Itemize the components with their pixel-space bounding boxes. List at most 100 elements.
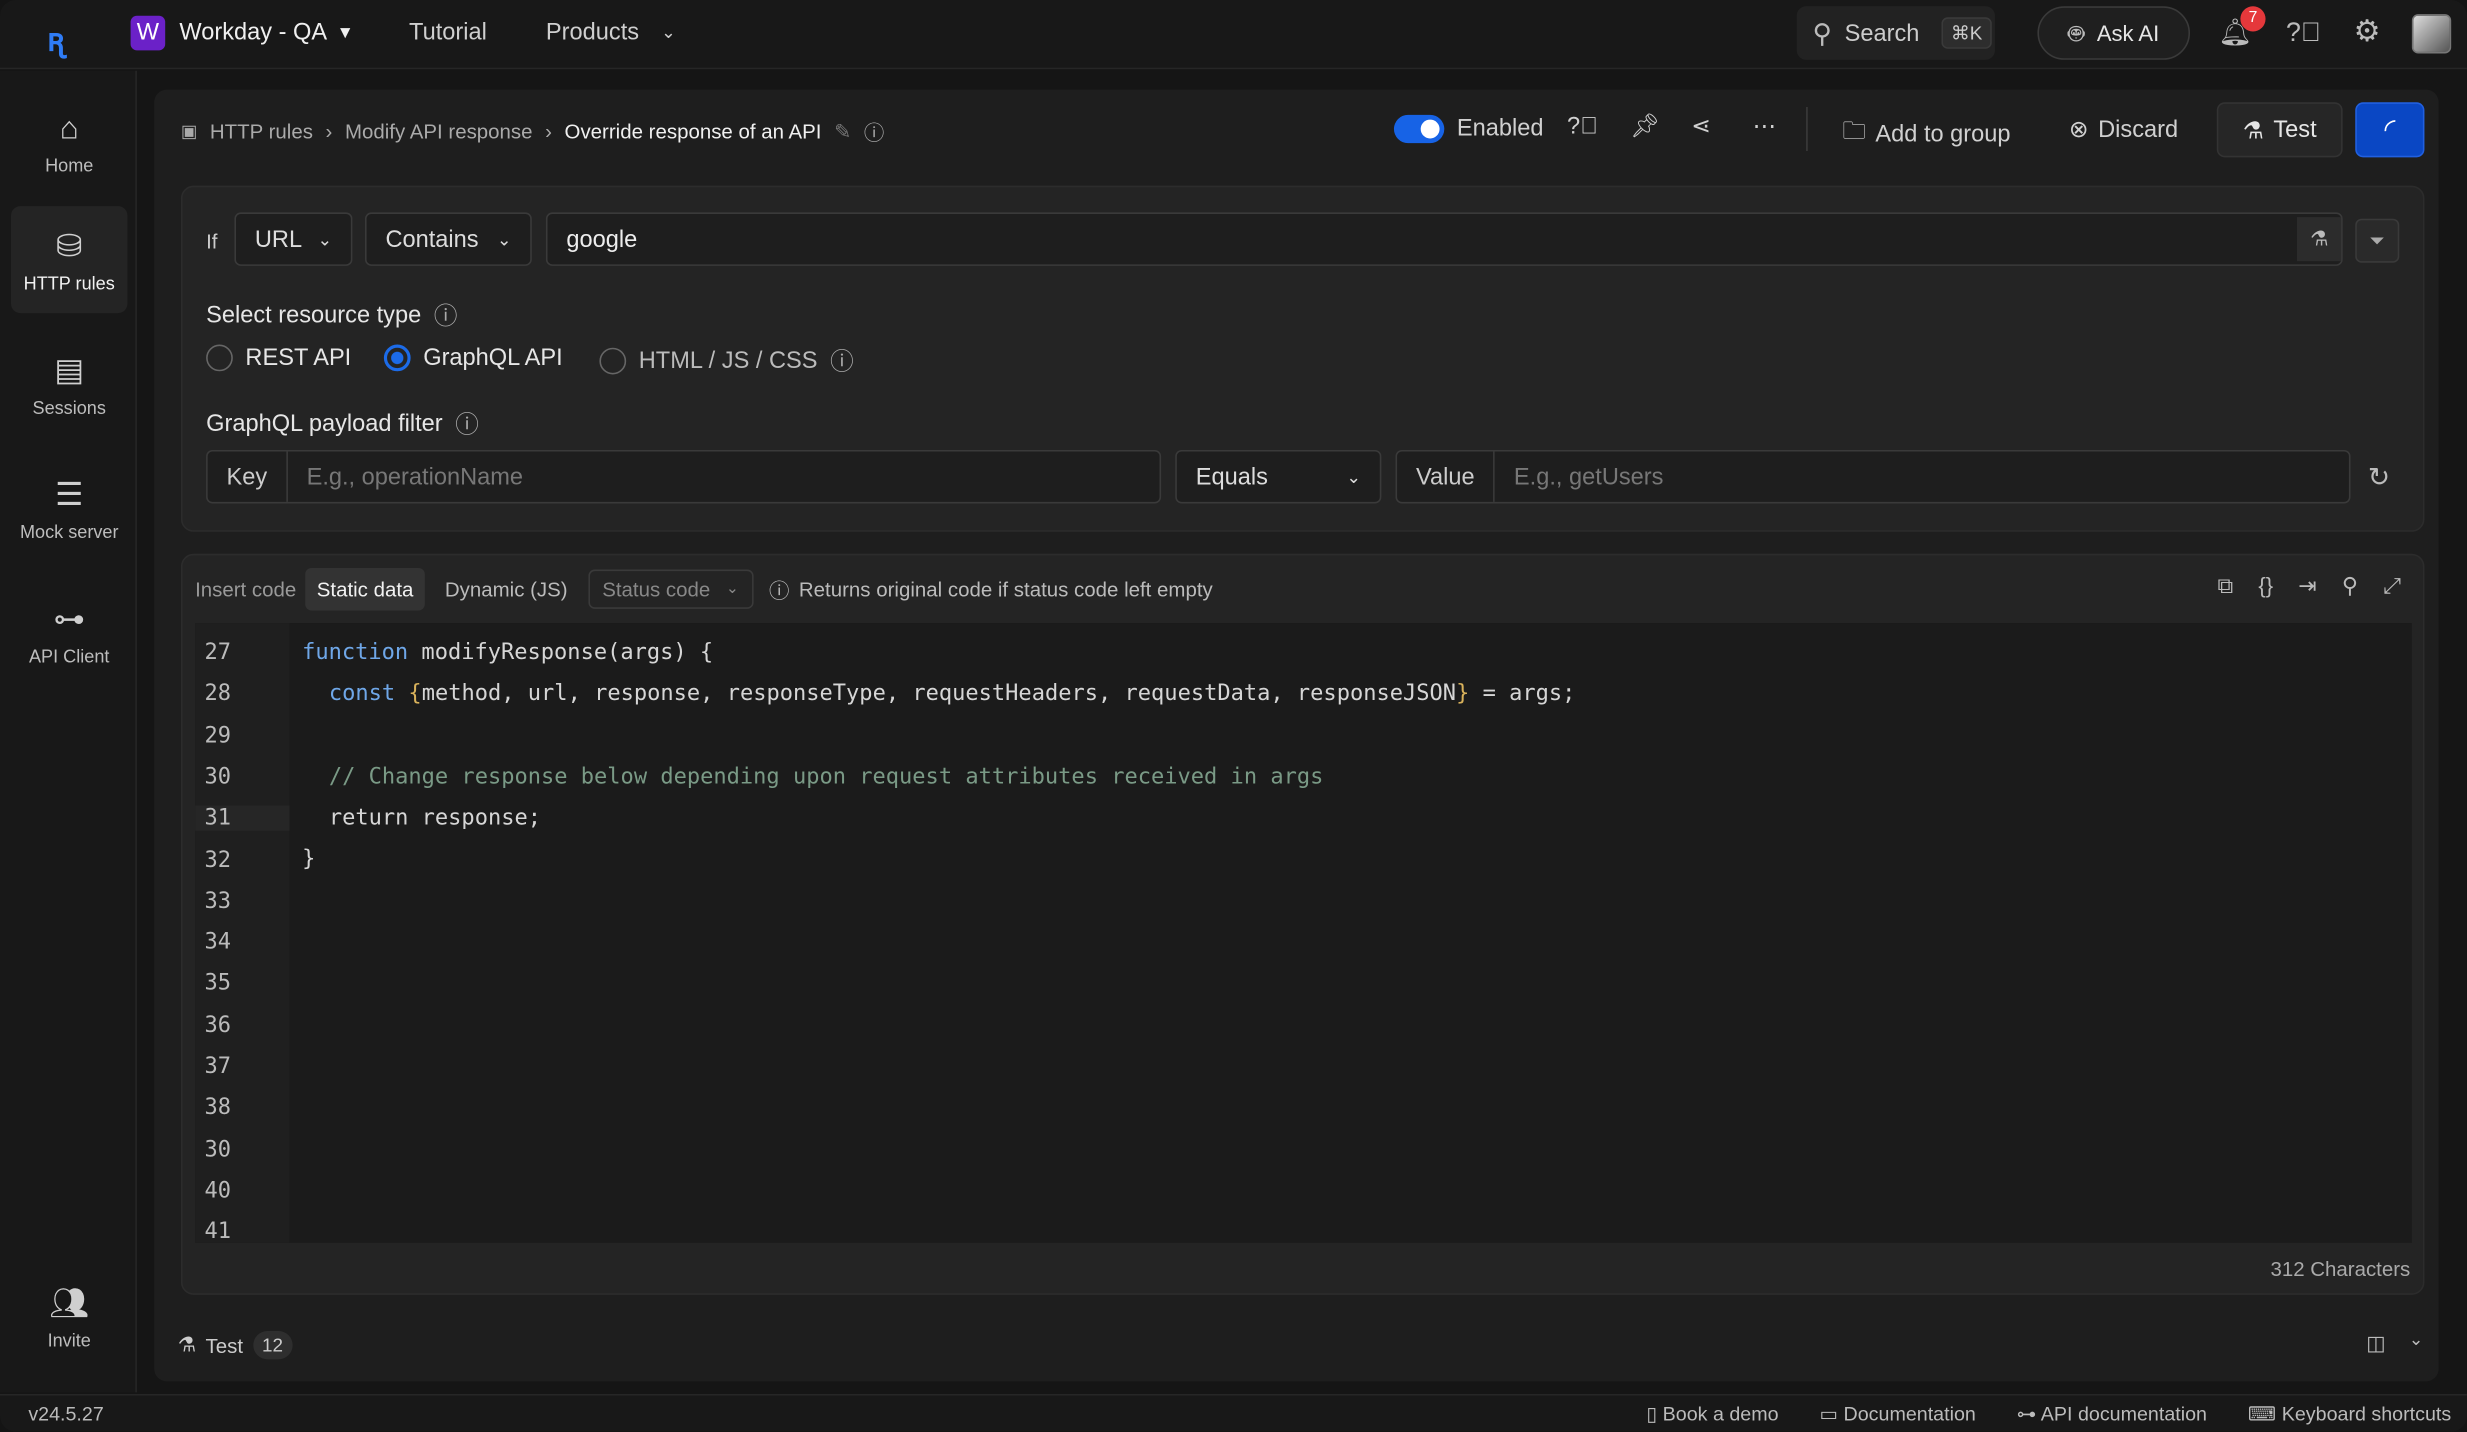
help-icon[interactable]: ?⃝ (2286, 19, 2321, 46)
chevron-down-icon: ⌄ (496, 230, 512, 250)
radio-button[interactable] (599, 347, 627, 375)
pin-icon[interactable]: 📌︎ (1630, 115, 1660, 139)
operator-value: Contains (385, 225, 479, 253)
info-icon[interactable]: ⓘ (434, 299, 458, 332)
radio-button-selected[interactable] (383, 344, 411, 372)
chevron-down-icon: ⌄ (725, 580, 740, 598)
radio-html-js-css[interactable]: HTML / JS / CSS ⓘ (599, 345, 854, 378)
info-icon[interactable]: ⓘ (864, 116, 884, 146)
reset-icon[interactable]: ↻ (2368, 464, 2390, 491)
sidebar-item-home[interactable]: ⌂ Home (11, 90, 127, 197)
breadcrumb-modify-api-response[interactable]: Modify API response (345, 120, 533, 144)
filter-icon[interactable]: ⏷ (2355, 218, 2400, 263)
expand-icon[interactable]: ⤢ (2383, 574, 2401, 596)
share-icon[interactable]: ⋖ (1691, 115, 1711, 139)
test-panel-toggle[interactable]: ⚗ Test 12 (177, 1331, 293, 1360)
operator-select[interactable]: Contains ⌄ (365, 212, 532, 266)
flask-icon: ⚗ (177, 1332, 197, 1357)
more-icon[interactable]: ⋯ (1753, 115, 1777, 139)
line-number: 28 (204, 681, 232, 707)
calendar-icon: ▯ (1646, 1403, 1658, 1426)
info-icon[interactable]: ⓘ (455, 407, 479, 440)
graphql-filter-heading: GraphQL payload filter ⓘ (206, 407, 479, 440)
search-icon: ⚲ (1812, 18, 1833, 48)
sidebar-item-label: Sessions (32, 398, 106, 418)
format-code-icon[interactable]: {} (2258, 574, 2273, 596)
sidebar-item-invite[interactable]: 👥︎ Invite (11, 1263, 127, 1370)
chevron-down-icon: ⌄ (661, 23, 676, 43)
status-code-placeholder: Status code (602, 577, 711, 602)
sidebar-item-label: Invite (47, 1331, 91, 1351)
search-button[interactable]: ⚲ Search ⌘K (1796, 6, 1995, 60)
help-icon[interactable]: ?⃝ (1567, 115, 1598, 139)
field-select[interactable]: URL ⌄ (234, 212, 353, 266)
sidebar-item-label: Home (45, 156, 94, 176)
sessions-icon: ▤ (54, 353, 85, 388)
book-icon: ▭ (1819, 1403, 1839, 1426)
sidebar-item-mock-server[interactable]: ☰ Mock server (11, 455, 127, 562)
discard-button[interactable]: ⊗ Discard (2068, 115, 2179, 144)
flask-icon[interactable]: ⚗ (2297, 217, 2342, 262)
copy-icon[interactable]: ⧉ (2217, 574, 2233, 596)
pencil-icon[interactable]: ✎ (834, 119, 851, 144)
discard-label: Discard (2098, 115, 2179, 143)
condition-card: If URL ⌄ Contains ⌄ google ⚗ ⏷ Select resou… (180, 185, 2425, 532)
footer-keyboard-shortcuts[interactable]: ⌨ Keyboard shortcuts (2248, 1402, 2451, 1425)
sidebar: ⌂ Home ⛁ HTTP rules ▤ Sessions ☰ Mock server… (0, 70, 137, 1393)
close-circle-icon: ⊗ (2068, 116, 2089, 144)
sidebar-item-http-rules[interactable]: ⛁ HTTP rules (11, 206, 128, 314)
sidebar-item-sessions[interactable]: ▤ Sessions (11, 330, 127, 437)
sidebar-item-api-client[interactable]: ⊶ API Client (11, 579, 127, 686)
nav-tutorial[interactable]: Tutorial (409, 19, 487, 46)
api-client-icon: ⊶ (53, 601, 85, 637)
enabled-toggle[interactable] (1393, 114, 1445, 144)
rule-name: Override response of an API (564, 119, 822, 144)
spinner-icon: ◜ (2384, 113, 2396, 145)
ask-ai-button[interactable]: 🤖︎ Ask AI (2037, 6, 2191, 60)
line-number: 27 (204, 640, 232, 666)
chevron-down-icon[interactable]: ⌄ (2409, 1332, 2424, 1350)
add-to-group-button[interactable]: 🗀 Add to group (1842, 115, 2010, 154)
status-code-select[interactable]: Status code ⌄ (588, 569, 754, 609)
user-avatar[interactable] (2411, 14, 2452, 54)
footer-book-demo[interactable]: ▯ Book a demo (1646, 1402, 1778, 1426)
breadcrumb-http-rules[interactable]: HTTP rules (210, 120, 313, 144)
info-icon[interactable]: ⓘ (830, 345, 854, 378)
radio-rest-api[interactable]: REST API (206, 344, 351, 372)
tab-dynamic-js[interactable]: Dynamic (JS) (434, 568, 579, 610)
tab-static-data[interactable]: Static data (305, 567, 425, 611)
nav-products[interactable]: Products ⌄ (546, 19, 676, 46)
search-icon[interactable]: ⚲ (2342, 574, 2358, 596)
enabled-label: Enabled (1456, 114, 1544, 142)
word-wrap-icon[interactable]: ⇥ (2298, 574, 2316, 596)
code-line: function modifyResponse(args) { (302, 640, 714, 666)
code-comment: // Change response below depending upon … (328, 764, 1324, 790)
line-number: 37 (204, 1054, 232, 1080)
graphql-key-input[interactable]: Key E.g., operationName (206, 449, 1162, 504)
code-line: const {method, url, response, responseTy… (328, 681, 1576, 707)
graphql-operator-select[interactable]: Equals ⌄ (1175, 449, 1382, 504)
resource-type-title: Select resource type (206, 302, 422, 329)
radio-graphql-api[interactable]: GraphQL API (383, 344, 563, 372)
workspace-switcher[interactable]: Workday - QA ▼ (179, 19, 353, 46)
line-number: 30 (204, 764, 232, 790)
line-number: 36 (204, 1012, 232, 1038)
footer-documentation[interactable]: ▭ Documentation (1819, 1402, 1975, 1426)
split-view-icon[interactable]: ◫ (2366, 1333, 2385, 1353)
version: v24.5.27 (28, 1402, 104, 1425)
gear-icon[interactable]: ⚙ (2354, 17, 2381, 47)
code-editor[interactable]: function modifyResponse(args) { const {m… (195, 623, 2412, 1243)
folder-icon: 🗀 (1842, 117, 1866, 145)
http-rules-icon: ▣ (180, 122, 198, 142)
footer-api-documentation[interactable]: ⊶ API documentation (2017, 1402, 2207, 1425)
save-button[interactable]: ◜ (2355, 102, 2425, 158)
radio-button[interactable] (206, 344, 233, 372)
graphql-filter-title: GraphQL payload filter (206, 410, 443, 438)
value-placeholder: E.g., getUsers (1513, 463, 1664, 491)
graphql-value-input[interactable]: Value E.g., getUsers (1395, 449, 2351, 504)
test-button[interactable]: ⚗ Test (2216, 102, 2343, 158)
app-logo-icon[interactable]: ꭆ (47, 17, 78, 59)
chevron-down-icon: ▼ (336, 22, 354, 42)
url-input[interactable]: google ⚗ (545, 212, 2343, 266)
line-number: 29 (204, 723, 232, 749)
